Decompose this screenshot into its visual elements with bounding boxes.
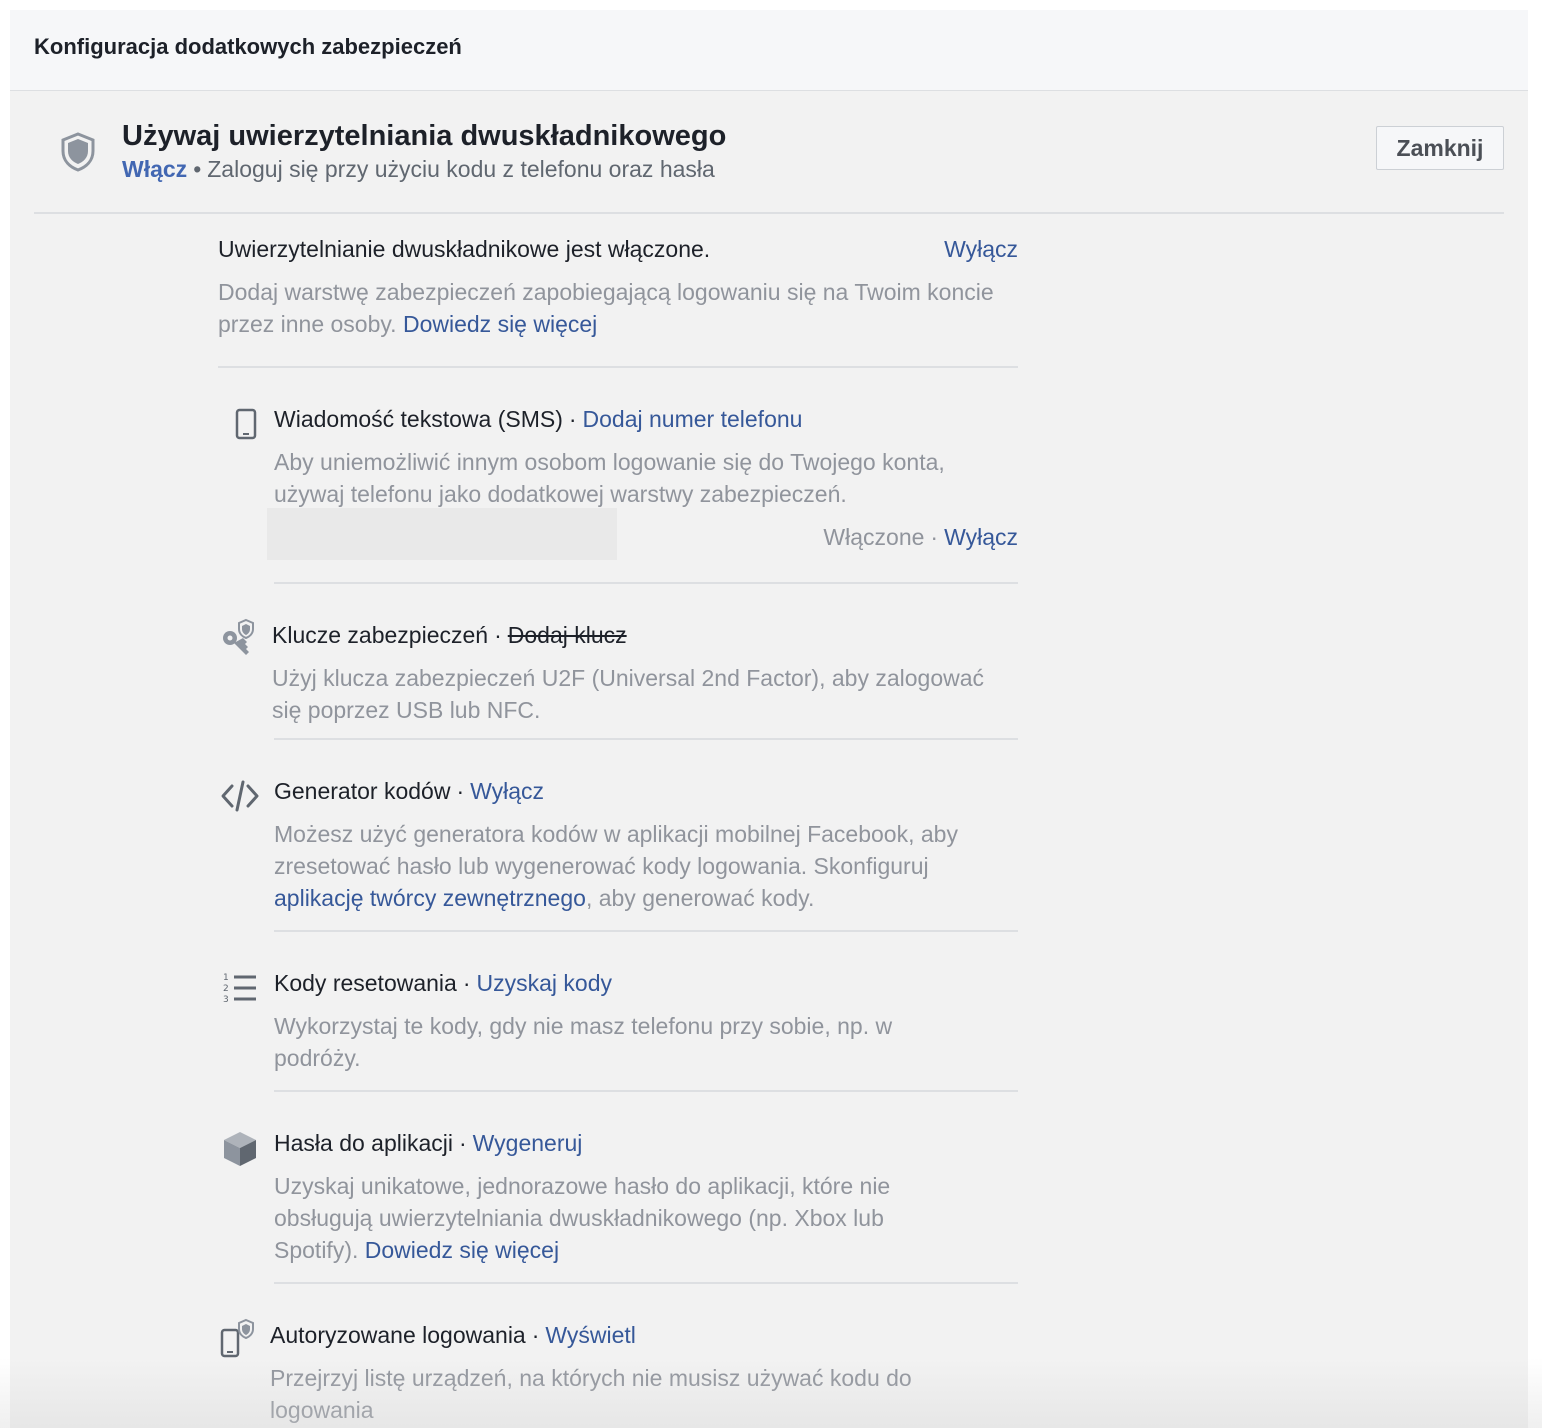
close-button[interactable]: Zamknij: [1376, 126, 1504, 170]
svg-text:3: 3: [223, 995, 229, 1005]
cube-icon: [224, 1132, 256, 1166]
two-factor-subtitle: Włącz • Zaloguj się przy użyciu kodu z tel…: [122, 156, 715, 183]
numbered-list-icon: 1 2 3: [223, 973, 256, 1005]
sms-title-line: Wiadomość tekstowa (SMS) · Dodaj numer tel…: [274, 406, 802, 433]
dot-separator: ·: [531, 1322, 540, 1348]
dot-separator: ·: [494, 622, 502, 648]
two-factor-header: Używaj uwierzytelniania dwuskładnikowego…: [34, 114, 1504, 214]
enable-link[interactable]: Włącz: [122, 156, 187, 182]
app-passwords-title-line: Hasła do aplikacji · Wygeneruj: [274, 1130, 582, 1157]
divider: [274, 738, 1018, 740]
status-title: Uwierzytelnianie dwuskładnikowe jest włą…: [218, 236, 711, 262]
status-disable-link[interactable]: Wyłącz: [944, 236, 1018, 263]
sms-disable-link[interactable]: Wyłącz: [944, 524, 1018, 550]
security-settings-panel: Konfiguracja dodatkowych zabezpieczeń Uż…: [10, 10, 1528, 1428]
sms-status: Włączone · Wyłącz: [823, 524, 1018, 551]
dot-separator: ·: [568, 406, 577, 432]
authorized-logins-description: Przejrzyj listę urządzeń, na których nie…: [270, 1365, 912, 1423]
add-key-link[interactable]: Dodaj klucz: [508, 622, 627, 648]
dot-separator: ·: [462, 970, 471, 996]
third-party-app-link[interactable]: aplikację twórcy zewnętrznego: [274, 885, 586, 911]
divider: [274, 930, 1018, 932]
add-phone-link[interactable]: Dodaj numer telefonu: [583, 406, 803, 432]
security-keys-method: Klucze zabezpieczeń · Dodaj klucz Użyj klu…: [218, 610, 1018, 723]
app-passwords-learn-more-link[interactable]: Dowiedz się więcej: [365, 1237, 559, 1263]
phone-number-placeholder: [267, 508, 617, 560]
svg-text:2: 2: [223, 984, 229, 994]
svg-text:1: 1: [223, 973, 229, 983]
divider: [274, 582, 1018, 584]
phone-icon: [235, 408, 257, 440]
divider: [274, 1090, 1018, 1092]
code-generator-disable-link[interactable]: Wyłącz: [470, 778, 544, 804]
code-generator-method: Generator kodów · Wyłącz Możesz użyć gener…: [218, 766, 1018, 911]
shield-icon: [61, 132, 95, 172]
status-description-text: Dodaj warstwę zabezpieczeń zapobiegającą…: [218, 279, 994, 337]
code-generator-title: Generator kodów: [274, 778, 451, 804]
status-description: Dodaj warstwę zabezpieczeń zapobiegającą…: [218, 276, 1018, 340]
app-passwords-description: Uzyskaj unikatowe, jednorazowe hasło do …: [274, 1170, 974, 1266]
code-icon: [221, 780, 259, 812]
code-generator-description: Możesz użyć generatora kodów w aplikacji…: [274, 818, 1018, 914]
code-generator-setup-text: Skonfiguruj: [813, 853, 929, 879]
app-passwords-method: Hasła do aplikacji · Wygeneruj Uzyskaj uni…: [218, 1118, 1018, 1268]
view-link[interactable]: Wyświetl: [545, 1322, 636, 1348]
panel-header: Konfiguracja dodatkowych zabezpieczeń: [10, 10, 1528, 91]
dot-separator: ·: [456, 778, 465, 804]
app-passwords-title: Hasła do aplikacji: [274, 1130, 453, 1156]
authorized-logins-title: Autoryzowane logowania: [270, 1322, 526, 1348]
two-factor-subtitle-text: Zaloguj się przy użyciu kodu z telefonu …: [207, 156, 715, 182]
authorized-logins-method: Autoryzowane logowania · Wyświetl Przejrzy…: [218, 1310, 1018, 1423]
divider: [218, 366, 1018, 368]
generate-link[interactable]: Wygeneruj: [473, 1130, 583, 1156]
code-generator-title-line: Generator kodów · Wyłącz: [274, 778, 544, 805]
security-keys-description: Użyj klucza zabezpieczeń U2F (Universal …: [272, 665, 985, 723]
two-factor-title: Używaj uwierzytelniania dwuskładnikowego: [122, 120, 727, 152]
divider: [274, 1282, 1018, 1284]
learn-more-link[interactable]: Dowiedz się więcej: [403, 311, 597, 337]
recovery-codes-method: 1 2 3 Kody resetowania · Uzyskaj kody Wyko…: [218, 958, 1018, 1071]
sms-description: Aby uniemożliwić innym osobom logowanie …: [274, 449, 945, 507]
dot-separator: ·: [458, 1130, 467, 1156]
panel-title: Konfiguracja dodatkowych zabezpieczeń: [34, 34, 462, 59]
get-codes-link[interactable]: Uzyskaj kody: [477, 970, 612, 996]
recovery-codes-description: Wykorzystaj te kody, gdy nie masz telefo…: [274, 1013, 893, 1071]
code-generator-tail-text: , aby generować kody.: [585, 885, 815, 911]
authorized-logins-title-line: Autoryzowane logowania · Wyświetl: [270, 1322, 636, 1349]
sms-title: Wiadomość tekstowa (SMS): [274, 406, 563, 432]
recovery-codes-title-line: Kody resetowania · Uzyskaj kody: [274, 970, 612, 997]
sms-status-label: Włączone: [823, 524, 925, 550]
authorized-device-icon: [220, 1318, 254, 1358]
security-keys-title-line: Klucze zabezpieczeń · Dodaj klucz: [272, 622, 627, 649]
recovery-codes-title: Kody resetowania: [274, 970, 457, 996]
security-keys-title: Klucze zabezpieczeń: [272, 622, 489, 648]
dot-separator: ·: [930, 524, 939, 550]
bullet-separator: •: [193, 156, 202, 182]
security-key-icon: [223, 618, 254, 655]
